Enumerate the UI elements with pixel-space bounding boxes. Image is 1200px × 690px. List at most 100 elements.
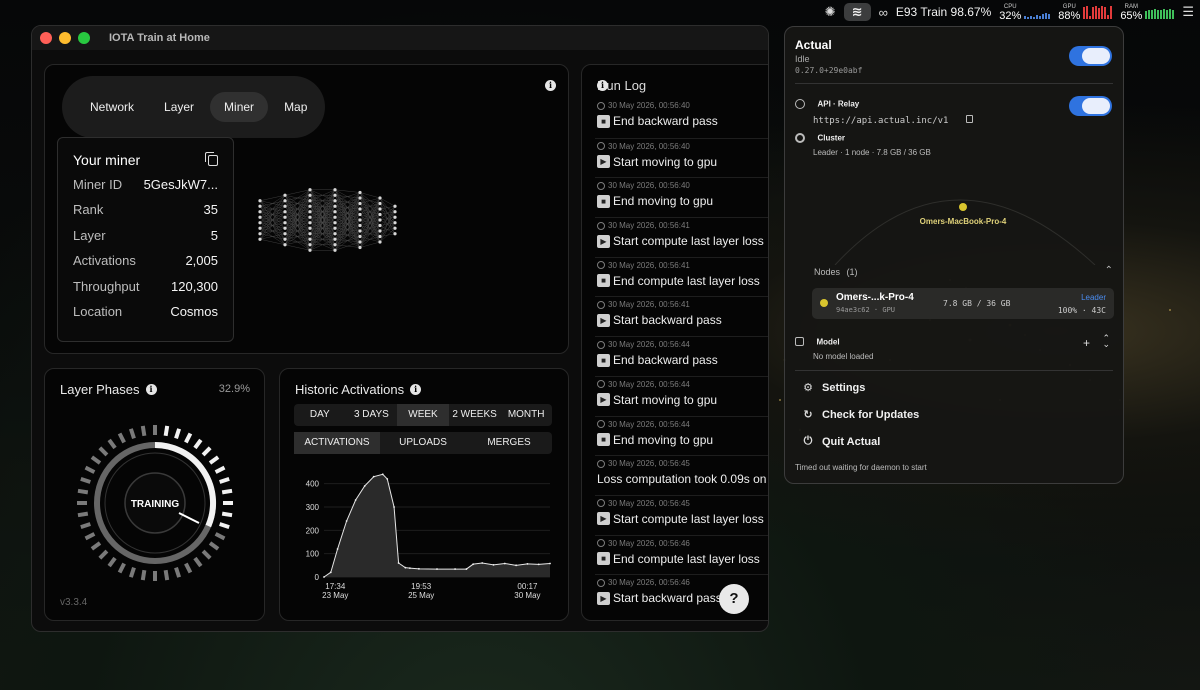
location-label: Location (73, 303, 123, 319)
phase-dial: TRAINING (77, 425, 233, 581)
map-node-label[interactable]: Omers-MacBook-Pro-4 (920, 217, 1007, 226)
info-icon[interactable]: i (145, 384, 157, 395)
gpu-stat[interactable]: GPU 88% (1058, 3, 1113, 22)
close-window-button[interactable] (40, 32, 52, 44)
quit-menu-item[interactable]: ⏻ Quit Actual (802, 435, 881, 448)
info-icon[interactable]: i (597, 80, 608, 91)
nodes-label: Nodes (814, 267, 841, 277)
node-status-dot (820, 299, 828, 307)
node-sub: 94ae3c62 · GPU (836, 306, 896, 314)
metric-merges[interactable]: MERGES (466, 432, 552, 454)
play-icon: ▶ (597, 591, 610, 605)
play-icon: ▶ (597, 512, 610, 526)
actual-popover: Actual Idle 0.27.0+29e0abf API · Relay h… (784, 26, 1124, 484)
layer-phases-header: Layer Phases i (60, 382, 157, 397)
globe-icon (795, 98, 805, 109)
metric-activations[interactable]: ACTIVATIONS (294, 432, 380, 454)
log-message-text: End compute last layer loss (613, 551, 760, 566)
layer-phases-title: Layer Phases (60, 382, 140, 397)
y-tick-label: 0 (315, 573, 320, 582)
api-relay-toggle[interactable] (1069, 96, 1112, 116)
api-label: API · Relay (817, 99, 860, 109)
chevron-up-icon[interactable]: ⌃ (1105, 265, 1113, 276)
play-icon: ▶ (597, 155, 610, 169)
range-selector: DAY 3 DAYS WEEK 2 WEEKS MONTH (294, 404, 552, 426)
log-entry: 30 May 2026, 00:56:40 ▶ Start moving to gp… (595, 137, 768, 178)
stop-icon: ■ (597, 433, 610, 446)
activations-label: Activations (73, 253, 136, 269)
layer-label: Layer (73, 227, 106, 243)
help-chat-button[interactable]: ? (719, 584, 749, 614)
info-icon[interactable]: i (410, 384, 422, 395)
miner-id-value[interactable]: 5GesJkW7... (144, 177, 218, 193)
rank-value: 35 (203, 202, 218, 218)
ram-stat[interactable]: RAM 65% (1120, 3, 1175, 22)
tab-layer[interactable]: Layer (150, 92, 208, 122)
app-enabled-toggle[interactable] (1069, 46, 1112, 66)
nodes-header[interactable]: Nodes (1) ⌃ (814, 265, 1113, 277)
check-updates-label: Check for Updates (822, 408, 920, 421)
model-label: Model (816, 337, 840, 347)
tab-miner[interactable]: Miner (210, 92, 269, 122)
log-message-text: End backward pass (613, 353, 718, 368)
log-message-text: End moving to gpu (613, 194, 714, 209)
miner-row-throughput: Throughput 120,300 (73, 279, 218, 295)
copy-icon[interactable] (965, 115, 973, 123)
log-timestamp-text: 30 May 2026, 00:56:41 (608, 300, 690, 310)
log-timestamp: 30 May 2026, 00:56:40 (597, 101, 690, 110)
clock-icon (597, 300, 605, 309)
add-model-icon[interactable]: + (1083, 336, 1090, 350)
log-timestamp: 30 May 2026, 00:56:44 (597, 380, 690, 389)
metric-uploads[interactable]: UPLOADS (380, 432, 466, 454)
range-2-weeks[interactable]: 2 WEEKS (449, 404, 501, 426)
data-point (515, 564, 517, 567)
divider (795, 83, 1113, 84)
data-point (354, 499, 357, 501)
tab-map[interactable]: Map (270, 92, 321, 122)
range-week[interactable]: WEEK (397, 404, 449, 426)
phase-percent: 32.9% (218, 383, 250, 395)
log-timestamp-text: 30 May 2026, 00:56:40 (608, 101, 690, 110)
log-timestamp-text: 30 May 2026, 00:56:46 (608, 538, 690, 548)
gpu-value: 88% (1058, 10, 1081, 22)
chatgpt-icon[interactable]: ✺ (825, 4, 836, 20)
gear-icon: ⚙ (803, 382, 813, 394)
settings-menu-item[interactable]: ⚙ Settings (802, 381, 865, 395)
minimize-window-button[interactable] (59, 32, 71, 44)
zoom-window-button[interactable] (78, 32, 90, 44)
clock-icon (597, 380, 605, 389)
clock-icon (597, 499, 605, 508)
actual-menu-extra-icon[interactable]: ≋ (843, 3, 871, 21)
range-day[interactable]: DAY (294, 404, 346, 426)
cpu-stat[interactable]: CPU 32% (999, 3, 1051, 22)
log-message-text: Start compute last layer loss (613, 511, 764, 526)
run-log-panel: Run Log i 30 May 2026, 00:56:40 ■ End back… (581, 64, 768, 621)
tab-network[interactable]: Network (76, 92, 148, 122)
x-tick-date: 25 May (408, 591, 434, 600)
infinity-icon[interactable]: ∞ (879, 5, 888, 20)
range-3-days[interactable]: 3 DAYS (346, 404, 398, 426)
log-message-text: Start compute last layer loss (613, 234, 764, 249)
check-updates-menu-item[interactable]: ↻ Check for Updates (802, 408, 920, 422)
log-message: ▶ Start moving to gpu (597, 155, 717, 169)
run-log-list[interactable]: 30 May 2026, 00:56:40 ■ End backward pass 3… (595, 98, 768, 614)
chevron-up-down-icon[interactable]: ⌃ ⌄ (1102, 334, 1110, 349)
stop-icon: ■ (597, 552, 610, 566)
control-center-icon[interactable]: ☰ (1182, 4, 1194, 20)
log-timestamp: 30 May 2026, 00:56:41 (597, 300, 690, 309)
log-message-text: Start moving to gpu (613, 392, 718, 407)
info-icon[interactable]: i (545, 80, 556, 91)
training-status[interactable]: E93 Train 98.67% (896, 5, 991, 19)
log-message: ■ End moving to gpu (597, 194, 713, 208)
range-month[interactable]: MONTH (500, 404, 552, 426)
log-timestamp: 30 May 2026, 00:56:45 (597, 459, 690, 468)
power-icon: ⏻ (803, 435, 813, 447)
app-version-hash: 0.27.0+29e0abf (795, 66, 863, 75)
your-miner-title: Your miner (73, 152, 141, 168)
data-point (345, 520, 348, 522)
log-timestamp-text: 30 May 2026, 00:56:44 (608, 379, 690, 389)
node-card[interactable]: Omers-...k-Pro-4 94ae3c62 · GPU 7.8 GB /… (812, 288, 1114, 319)
your-miner-card: Your miner Miner ID 5GesJkW7... Rank 35 La… (57, 137, 234, 342)
x-tick-date: 23 May (322, 591, 348, 600)
copy-icon[interactable] (205, 152, 218, 166)
